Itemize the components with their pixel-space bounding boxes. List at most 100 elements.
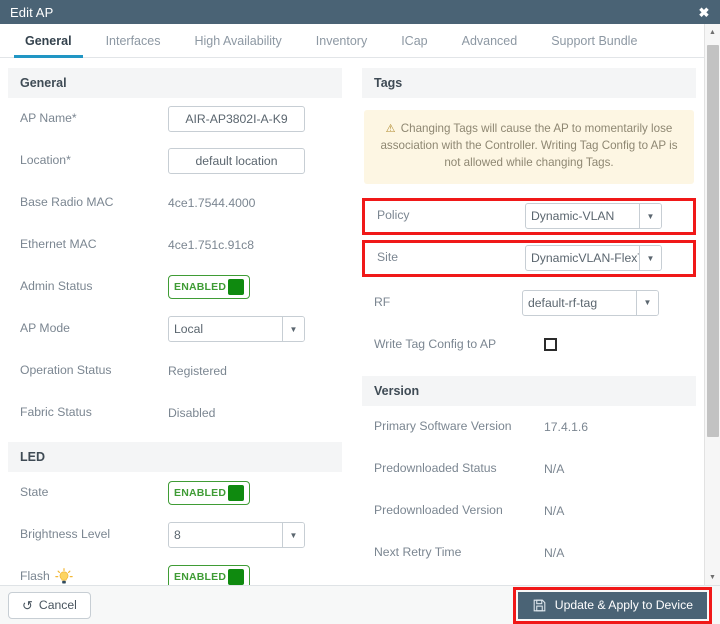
predownloaded-version-value: N/A	[544, 503, 565, 518]
chevron-down-icon: ▼	[282, 523, 304, 547]
rf-label: RF	[374, 294, 391, 309]
brightness-level-row: Brightness Level 8 ▼	[8, 514, 342, 556]
operation-status-value: Registered	[168, 364, 227, 378]
scrollbar-thumb[interactable]	[706, 45, 719, 437]
tab-bar: General Interfaces High Availability Inv…	[0, 24, 704, 58]
ap-name-input[interactable]: AIR-AP3802I-A-K9	[168, 106, 305, 132]
chevron-down-icon: ▼	[282, 317, 304, 341]
site-value: DynamicVLAN-FlexT	[531, 251, 639, 266]
policy-select[interactable]: Dynamic-VLAN ▼	[525, 203, 662, 230]
general-panel: General AP Name* AIR-AP3802I-A-K9 Locati…	[8, 68, 342, 585]
save-icon	[532, 598, 547, 613]
cancel-button[interactable]: ↺ Cancel	[8, 591, 91, 619]
ap-mode-label: AP Mode	[20, 321, 70, 336]
brightness-level-label: Brightness Level	[20, 527, 111, 542]
tab-advanced[interactable]: Advanced	[445, 24, 535, 57]
vertical-scrollbar[interactable]: ▲ ▼	[704, 24, 720, 585]
dialog-body: General Interfaces High Availability Inv…	[0, 24, 720, 585]
next-retry-time-row: Next Retry Time N/A	[362, 532, 696, 574]
write-tag-config-row: Write Tag Config to AP	[362, 324, 696, 366]
brightness-level-select[interactable]: 8 ▼	[168, 522, 305, 548]
site-row: Site DynamicVLAN-FlexT ▼	[365, 243, 693, 274]
fabric-status-row: Fabric Status Disabled	[8, 392, 342, 434]
primary-software-version-value: 17.4.1.6	[544, 419, 589, 434]
fabric-status-label: Fabric Status	[20, 405, 92, 420]
write-tag-config-checkbox[interactable]	[544, 338, 557, 352]
chevron-down-icon: ▼	[636, 290, 658, 315]
ap-mode-select[interactable]: Local ▼	[168, 316, 305, 342]
toggle-knob-icon	[228, 569, 244, 585]
write-tag-config-label: Write Tag Config to AP	[374, 336, 497, 351]
scroll-down-icon[interactable]: ▼	[705, 569, 720, 585]
rf-select[interactable]: default-rf-tag ▼	[522, 289, 659, 316]
next-retry-time-label: Next Retry Time	[374, 544, 462, 559]
admin-status-toggle[interactable]: ENABLED	[168, 275, 250, 299]
site-label: Site	[377, 250, 399, 265]
update-apply-button[interactable]: Update & Apply to Device	[517, 591, 707, 619]
apply-button-highlight: Update & Apply to Device	[512, 586, 712, 624]
dialog-titlebar: Edit AP ✖	[0, 0, 720, 24]
panels: General AP Name* AIR-AP3802I-A-K9 Locati…	[0, 58, 704, 585]
location-input[interactable]: default location	[168, 148, 305, 174]
tags-warning-text: Changing Tags will cause the AP to momen…	[380, 122, 678, 169]
operation-status-row: Operation Status Registered	[8, 350, 342, 392]
site-select[interactable]: DynamicVLAN-FlexT ▼	[525, 245, 662, 272]
content-column: General Interfaces High Availability Inv…	[0, 24, 704, 585]
tab-general[interactable]: General	[8, 24, 89, 58]
tab-inventory[interactable]: Inventory	[299, 24, 384, 57]
warning-triangle-icon: ⚠	[385, 123, 396, 135]
tags-warning-box: ⚠ Changing Tags will cause the AP to mom…	[364, 110, 694, 184]
base-radio-mac-value: 4ce1.7544.4000	[168, 196, 256, 210]
policy-row: Policy Dynamic-VLAN ▼	[365, 201, 693, 232]
predownloaded-status-row: Predownloaded Status N/A	[362, 448, 696, 490]
scroll-up-icon[interactable]: ▲	[705, 24, 720, 40]
led-state-label: State	[20, 485, 49, 500]
close-icon[interactable]: ✖	[696, 4, 712, 20]
version-section-header: Version	[362, 375, 696, 406]
next-retry-time-value: N/A	[544, 545, 565, 560]
flash-toggle-label: ENABLED	[174, 571, 227, 583]
rf-row: RF default-rf-tag ▼	[362, 282, 696, 324]
location-label: Location*	[20, 153, 71, 168]
tab-high-availability[interactable]: High Availability	[177, 24, 298, 57]
toggle-knob-icon	[228, 279, 244, 295]
tags-section-header: Tags	[362, 68, 696, 98]
admin-status-row: Admin Status ENABLED	[8, 266, 342, 308]
admin-status-label: Admin Status	[20, 279, 93, 294]
general-section-header: General	[8, 68, 342, 98]
led-state-row: State ENABLED	[8, 472, 342, 514]
base-radio-mac-row: Base Radio MAC 4ce1.7544.4000	[8, 182, 342, 224]
scrollbar-track[interactable]	[705, 40, 720, 569]
cancel-button-label: Cancel	[38, 598, 77, 612]
dialog-footer: ↺ Cancel Update & Apply to Device	[0, 585, 720, 624]
policy-label: Policy	[377, 208, 410, 223]
boot-version-row: Boot Version 1.1.2.4	[362, 574, 696, 585]
rf-value: default-rf-tag	[528, 295, 598, 310]
chevron-down-icon: ▼	[639, 204, 661, 229]
site-highlight: Site DynamicVLAN-FlexT ▼	[362, 239, 696, 277]
policy-highlight: Policy Dynamic-VLAN ▼	[362, 197, 696, 235]
undo-icon: ↺	[22, 597, 33, 613]
location-row: Location* default location	[8, 140, 342, 182]
edit-ap-dialog: Edit AP ✖ General Interfaces High Availa…	[0, 0, 720, 624]
update-apply-button-label: Update & Apply to Device	[554, 598, 693, 612]
flash-label: Flash	[20, 568, 168, 585]
ethernet-mac-row: Ethernet MAC 4ce1.751c.91c8	[8, 224, 342, 266]
ethernet-mac-label: Ethernet MAC	[20, 237, 97, 252]
policy-value: Dynamic-VLAN	[531, 209, 615, 224]
primary-software-version-label: Primary Software Version	[374, 418, 512, 433]
brightness-level-value: 8	[174, 528, 181, 542]
tab-support-bundle[interactable]: Support Bundle	[534, 24, 654, 57]
ap-name-row: AP Name* AIR-AP3802I-A-K9	[8, 98, 342, 140]
flash-toggle[interactable]: ENABLED	[168, 565, 250, 585]
tab-interfaces[interactable]: Interfaces	[89, 24, 178, 57]
ap-name-label: AP Name*	[20, 111, 77, 126]
predownloaded-status-value: N/A	[544, 461, 565, 476]
led-state-toggle-label: ENABLED	[174, 487, 227, 499]
tab-icap[interactable]: ICap	[384, 24, 444, 57]
led-state-toggle[interactable]: ENABLED	[168, 481, 250, 505]
predownloaded-version-label: Predownloaded Version	[374, 502, 503, 517]
chevron-down-icon: ▼	[639, 246, 661, 271]
predownloaded-version-row: Predownloaded Version N/A	[362, 490, 696, 532]
lightbulb-icon	[55, 568, 73, 585]
